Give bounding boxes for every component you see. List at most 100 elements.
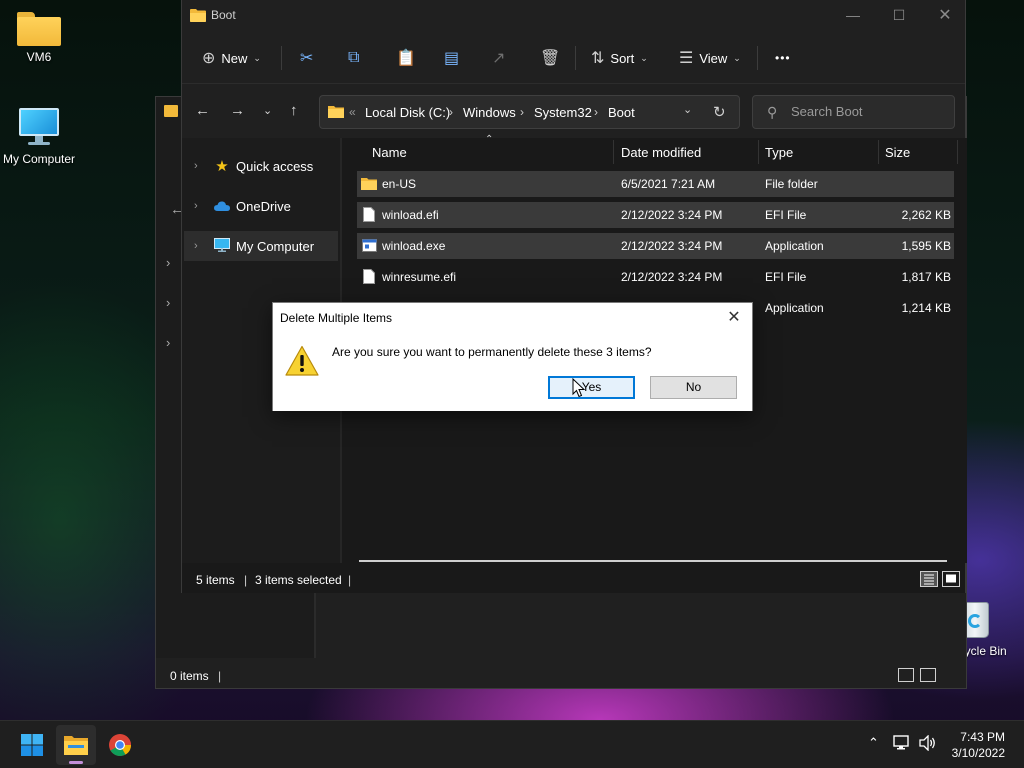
status-selected-count: 3 items selected [255,573,342,587]
sort-icon: ⇅ [591,50,605,67]
view-button[interactable]: ☰ View ⌄ [679,32,741,84]
delete-confirmation-dialog[interactable]: Delete Multiple Items ✕ Are you sure you… [272,302,753,411]
tiles-view-icon[interactable] [920,668,936,682]
file-row-en-us[interactable]: en-US 6/5/2021 7:21 AM File folder [357,171,954,197]
breadcrumb-boot[interactable]: Boot [608,105,635,120]
folder-icon [361,177,377,193]
new-label: New [221,50,248,66]
sort-button[interactable]: ⇅ Sort ⌄ [591,32,648,84]
chevron-right-icon[interactable]: › [166,255,170,270]
chevron-right-icon[interactable]: › [194,200,206,212]
new-button[interactable]: ⊕ New ⌄ [202,32,261,84]
copy-button[interactable]: ⧉ [348,32,365,84]
file-row-winresume-efi[interactable]: winresume.efi 2/12/2022 3:24 PM EFI File… [357,264,954,290]
address-bar[interactable]: « Local Disk (C:) › Windows › System32 ›… [319,95,740,129]
nav-item-onedrive[interactable]: › OneDrive [184,191,338,221]
tiles-view-icon[interactable] [942,571,960,587]
clock-date: 3/10/2022 [951,746,1005,760]
file-date: 2/12/2022 3:24 PM [621,270,723,284]
desktop-icon-vm6[interactable]: VM6 [0,12,79,64]
more-options-button[interactable]: ••• [775,32,791,84]
file-row-winload-efi[interactable]: winload.efi 2/12/2022 3:24 PM EFI File 2… [357,202,954,228]
maximize-button[interactable]: ☐ [876,0,922,30]
trash-icon: 🗑 [540,50,561,67]
taskbar: ⌃ 7:43 PM 3/10/2022 [0,720,1024,768]
share-icon: ↗ [492,50,506,67]
desktop-icon-label: My Computer [2,152,76,166]
horizontal-scrollbar[interactable] [359,560,947,562]
forward-button[interactable]: → [230,102,245,119]
share-button[interactable]: ↗ [492,32,511,84]
column-header-name[interactable]: Name [372,138,407,166]
paste-button[interactable]: 📋 [396,32,422,84]
chevron-right-icon[interactable]: › [166,295,170,310]
refresh-icon[interactable]: ↻ [713,103,726,121]
delete-button[interactable]: 🗑 [540,32,566,84]
file-size: 1,214 KB [901,301,951,315]
taskbar-chrome[interactable] [100,725,140,765]
file-type: Application [765,301,824,315]
recent-locations-button[interactable]: ⌄ [263,104,272,117]
column-header-size[interactable]: Size [885,138,910,166]
close-button[interactable]: ✕ [922,0,968,30]
active-app-indicator [69,761,83,764]
folder-icon [17,12,61,46]
start-button[interactable] [12,725,52,765]
chevron-right-icon[interactable]: › [166,335,170,350]
status-bar: 5 items | 3 items selected | [182,563,965,593]
file-type: File folder [765,177,818,191]
network-icon[interactable] [893,735,911,754]
breadcrumb-windows[interactable]: Windows [463,105,516,120]
taskbar-file-explorer[interactable] [56,725,96,765]
nav-item-label: OneDrive [236,198,291,214]
chevron-right-icon[interactable]: › [194,160,206,172]
title-bar[interactable]: Boot — ☐ ✕ [182,0,965,32]
show-hidden-icons-chevron-icon[interactable]: ⌃ [868,735,879,751]
desktop-icon-my-computer[interactable]: My Computer [0,108,79,166]
search-input[interactable] [791,104,941,119]
volume-icon[interactable] [919,734,937,754]
chevron-down-icon[interactable]: ⌄ [683,103,692,116]
scissors-icon: ✂ [300,50,314,67]
window-title: Boot [211,8,236,22]
details-view-icon[interactable] [898,668,914,682]
file-explorer-icon [64,736,88,755]
cut-button[interactable]: ✂ [300,32,319,84]
plus-circle-icon: ⊕ [202,50,216,67]
breadcrumb-system32[interactable]: System32 [534,105,592,120]
windows-logo-icon [21,734,43,756]
rename-button[interactable]: ▤ [444,32,465,84]
file-type: EFI File [765,208,807,222]
app-icon [362,239,377,255]
yes-button[interactable]: Yes [548,376,635,399]
breadcrumb-local-disk[interactable]: Local Disk (C:) [365,105,450,120]
details-view-icon[interactable] [920,571,938,587]
dialog-title-bar[interactable]: Delete Multiple Items ✕ [273,303,752,333]
nav-item-my-computer[interactable]: › My Computer [184,231,338,261]
up-button[interactable]: ↑ [290,102,298,119]
file-date: 2/12/2022 3:24 PM [621,208,723,222]
column-header-type[interactable]: Type [765,138,793,166]
back-button[interactable]: ← [195,102,210,119]
dialog-close-button[interactable]: ✕ [722,306,746,330]
search-box[interactable]: ⚲ [752,95,955,129]
folder-icon [164,105,178,117]
chevron-right-icon[interactable]: › [194,240,206,252]
monitor-icon [17,108,61,148]
no-button[interactable]: No [650,376,737,399]
more-icon: ••• [775,51,791,65]
system-clock[interactable]: 7:43 PM 3/10/2022 [952,729,1005,761]
sort-up-icon: ⌃ [485,134,494,145]
file-type: Application [765,239,824,253]
nav-item-quick-access[interactable]: › ★ Quick access [184,151,338,181]
breadcrumb-overflow[interactable]: « [349,105,356,119]
breadcrumb-separator: › [449,105,453,119]
dialog-body: Are you sure you want to permanently del… [273,333,752,411]
column-header-date-modified[interactable]: Date modified [621,138,701,166]
file-explorer-window[interactable]: Boot — ☐ ✕ ⊕ New ⌄ ✂ ⧉ 📋 ▤ ↗ 🗑 ⇅ Sort ⌄ … [181,0,967,593]
minimize-button[interactable]: — [830,0,876,30]
sort-label: Sort [610,50,635,66]
file-name: winload.efi [382,208,439,222]
file-row-winload-exe[interactable]: winload.exe 2/12/2022 3:24 PM Applicatio… [357,233,954,259]
status-divider: | [348,573,352,587]
